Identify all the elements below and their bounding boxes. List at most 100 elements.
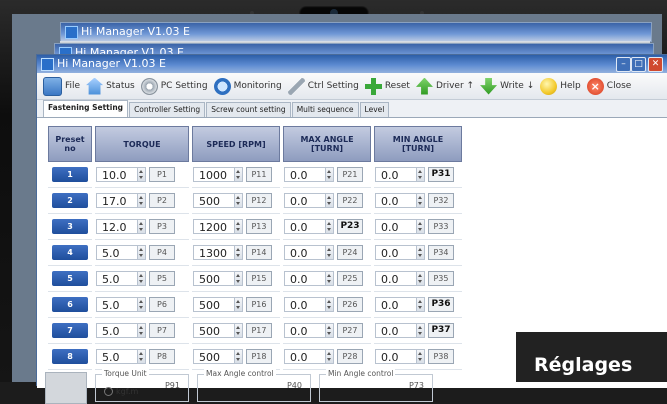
- spinner-icon[interactable]: [417, 193, 425, 208]
- spinner-icon[interactable]: [326, 245, 334, 260]
- spinner-icon[interactable]: [235, 323, 243, 338]
- spinner-icon[interactable]: [235, 271, 243, 286]
- file-button[interactable]: File: [43, 76, 80, 96]
- speed-input[interactable]: 1200: [193, 219, 235, 234]
- spinner-icon[interactable]: [138, 349, 146, 364]
- speed-input[interactable]: 1000: [193, 167, 235, 182]
- spinner-icon[interactable]: [235, 245, 243, 260]
- max-input[interactable]: 0.0: [284, 349, 326, 364]
- spinner-icon[interactable]: [417, 219, 425, 234]
- preset-number-button[interactable]: 2: [52, 193, 88, 208]
- tab-multi-sequence[interactable]: Multi sequence: [291, 102, 359, 117]
- table-cell: 1000 P11: [192, 162, 280, 188]
- minimize-button[interactable]: –: [616, 57, 631, 72]
- torque-input[interactable]: 17.0: [96, 193, 138, 208]
- spinner-icon[interactable]: [138, 219, 146, 234]
- torque-input[interactable]: 5.0: [96, 245, 138, 260]
- speed-input[interactable]: 500: [193, 193, 235, 208]
- window-title: Hi Manager V1.03 E: [57, 57, 167, 70]
- tab-screw-count-setting[interactable]: Screw count setting: [206, 102, 291, 117]
- torque-input[interactable]: 5.0: [96, 323, 138, 338]
- spinner-icon[interactable]: [138, 167, 146, 182]
- preset-number-button[interactable]: 6: [52, 297, 88, 312]
- preset-number-button[interactable]: 5: [52, 271, 88, 286]
- preset-number-button[interactable]: 7: [52, 323, 88, 338]
- spinner-icon[interactable]: [235, 219, 243, 234]
- close-window-button[interactable]: ✕: [648, 57, 663, 72]
- torque-input[interactable]: 5.0: [96, 349, 138, 364]
- preset-number-button[interactable]: 3: [52, 219, 88, 234]
- spinner-icon[interactable]: [138, 323, 146, 338]
- speed-input[interactable]: 500: [193, 323, 235, 338]
- torque-input[interactable]: 10.0: [96, 167, 138, 182]
- tab-fastening-setting[interactable]: Fastening Setting: [43, 100, 129, 117]
- spinner-icon[interactable]: [417, 323, 425, 338]
- spinner-icon[interactable]: [235, 167, 243, 182]
- apply-button[interactable]: [45, 372, 87, 404]
- torque-input[interactable]: 12.0: [96, 219, 138, 234]
- min-input[interactable]: 0.0: [375, 323, 417, 338]
- spinner-icon[interactable]: [138, 193, 146, 208]
- pc-setting-button[interactable]: PC Setting: [140, 77, 208, 95]
- monitoring-button[interactable]: Monitoring: [213, 77, 282, 95]
- spinner-icon[interactable]: [326, 167, 334, 182]
- spinner-icon[interactable]: [326, 271, 334, 286]
- max-input[interactable]: 0.0: [284, 193, 326, 208]
- maximize-button[interactable]: □: [631, 57, 646, 72]
- title-bar[interactable]: Hi Manager V1.03 E – □ ✕: [37, 55, 667, 73]
- spinner-icon[interactable]: [326, 219, 334, 234]
- min-input[interactable]: 0.0: [375, 297, 417, 312]
- preset-number-button[interactable]: 1: [52, 167, 88, 182]
- spinner-icon[interactable]: [138, 271, 146, 286]
- torque-input[interactable]: 5.0: [96, 271, 138, 286]
- spinner-icon[interactable]: [235, 297, 243, 312]
- max-field: 0.0 P25: [284, 270, 370, 287]
- max-input[interactable]: 0.0: [284, 219, 326, 234]
- max-input[interactable]: 0.0: [284, 167, 326, 182]
- torque-input[interactable]: 5.0: [96, 297, 138, 312]
- spinner-icon[interactable]: [326, 349, 334, 364]
- max-input[interactable]: 0.0: [284, 297, 326, 312]
- tab-level[interactable]: Level: [359, 102, 390, 117]
- help-button[interactable]: Help: [540, 77, 581, 95]
- spinner-icon[interactable]: [235, 349, 243, 364]
- spinner-icon[interactable]: [417, 349, 425, 364]
- spinner-icon[interactable]: [417, 245, 425, 260]
- min-input[interactable]: 0.0: [375, 271, 417, 286]
- close-button[interactable]: × Close: [586, 77, 631, 95]
- radio-circle[interactable]: [104, 387, 113, 396]
- min-input[interactable]: 0.0: [375, 167, 417, 182]
- table-cell: 0.0 P37: [374, 318, 462, 344]
- max-input[interactable]: 0.0: [284, 271, 326, 286]
- torque-unit-radio[interactable]: kgf.m: [104, 387, 138, 396]
- min-input[interactable]: 0.0: [375, 245, 417, 260]
- max-input[interactable]: 0.0: [284, 245, 326, 260]
- min-input[interactable]: 0.0: [375, 219, 417, 234]
- reset-button[interactable]: Reset: [364, 77, 410, 95]
- speed-input[interactable]: 500: [193, 297, 235, 312]
- preset-number-button[interactable]: 8: [52, 349, 88, 364]
- driver-read-button[interactable]: Driver ↑: [415, 77, 474, 95]
- spinner-icon[interactable]: [138, 297, 146, 312]
- speed-input[interactable]: 500: [193, 271, 235, 286]
- status-button[interactable]: Status: [86, 77, 135, 95]
- spinner-icon[interactable]: [235, 193, 243, 208]
- ctrl-setting-button[interactable]: Ctrl Setting: [287, 77, 359, 95]
- spinner-icon[interactable]: [417, 271, 425, 286]
- speed-input[interactable]: 500: [193, 349, 235, 364]
- spinner-icon[interactable]: [326, 193, 334, 208]
- tab-controller-setting[interactable]: Controller Setting: [129, 102, 206, 117]
- spinner-icon[interactable]: [326, 297, 334, 312]
- write-button[interactable]: Write ↓: [480, 77, 534, 95]
- spinner-icon[interactable]: [326, 323, 334, 338]
- spinner-icon[interactable]: [417, 167, 425, 182]
- background-window-1[interactable]: Hi Manager V1.03 E: [60, 22, 652, 42]
- spinner-icon[interactable]: [138, 245, 146, 260]
- speed-input[interactable]: 1300: [193, 245, 235, 260]
- spinner-icon[interactable]: [417, 297, 425, 312]
- table-cell: 500 P16: [192, 292, 280, 318]
- min-input[interactable]: 0.0: [375, 349, 417, 364]
- preset-number-button[interactable]: 4: [52, 245, 88, 260]
- min-input[interactable]: 0.0: [375, 193, 417, 208]
- max-input[interactable]: 0.0: [284, 323, 326, 338]
